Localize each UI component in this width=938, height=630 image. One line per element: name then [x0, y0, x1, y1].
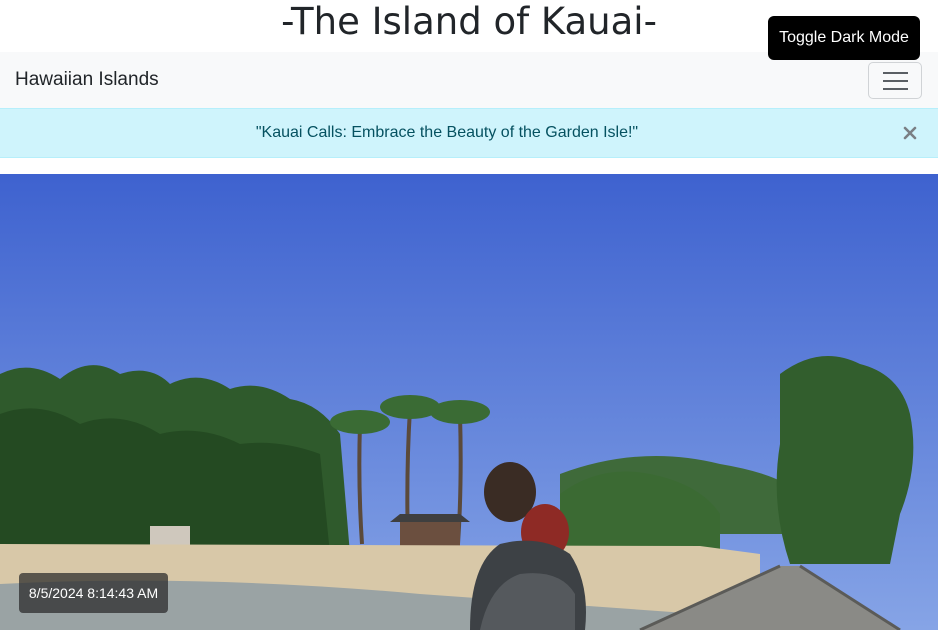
navbar-brand[interactable]: Hawaiian Islands — [15, 52, 159, 108]
beach-photo — [0, 174, 938, 630]
navbar-toggler-button[interactable] — [868, 62, 922, 99]
close-icon — [903, 126, 917, 140]
photo-timestamp: 8/5/2024 8:14:43 AM — [19, 573, 168, 613]
alert-close-button[interactable] — [898, 121, 922, 145]
alert-banner: "Kauai Calls: Embrace the Beauty of the … — [0, 108, 938, 158]
toggle-dark-mode-button[interactable]: Toggle Dark Mode — [768, 16, 920, 60]
navbar: Hawaiian Islands — [0, 52, 938, 108]
alert-message: "Kauai Calls: Embrace the Beauty of the … — [255, 124, 639, 141]
